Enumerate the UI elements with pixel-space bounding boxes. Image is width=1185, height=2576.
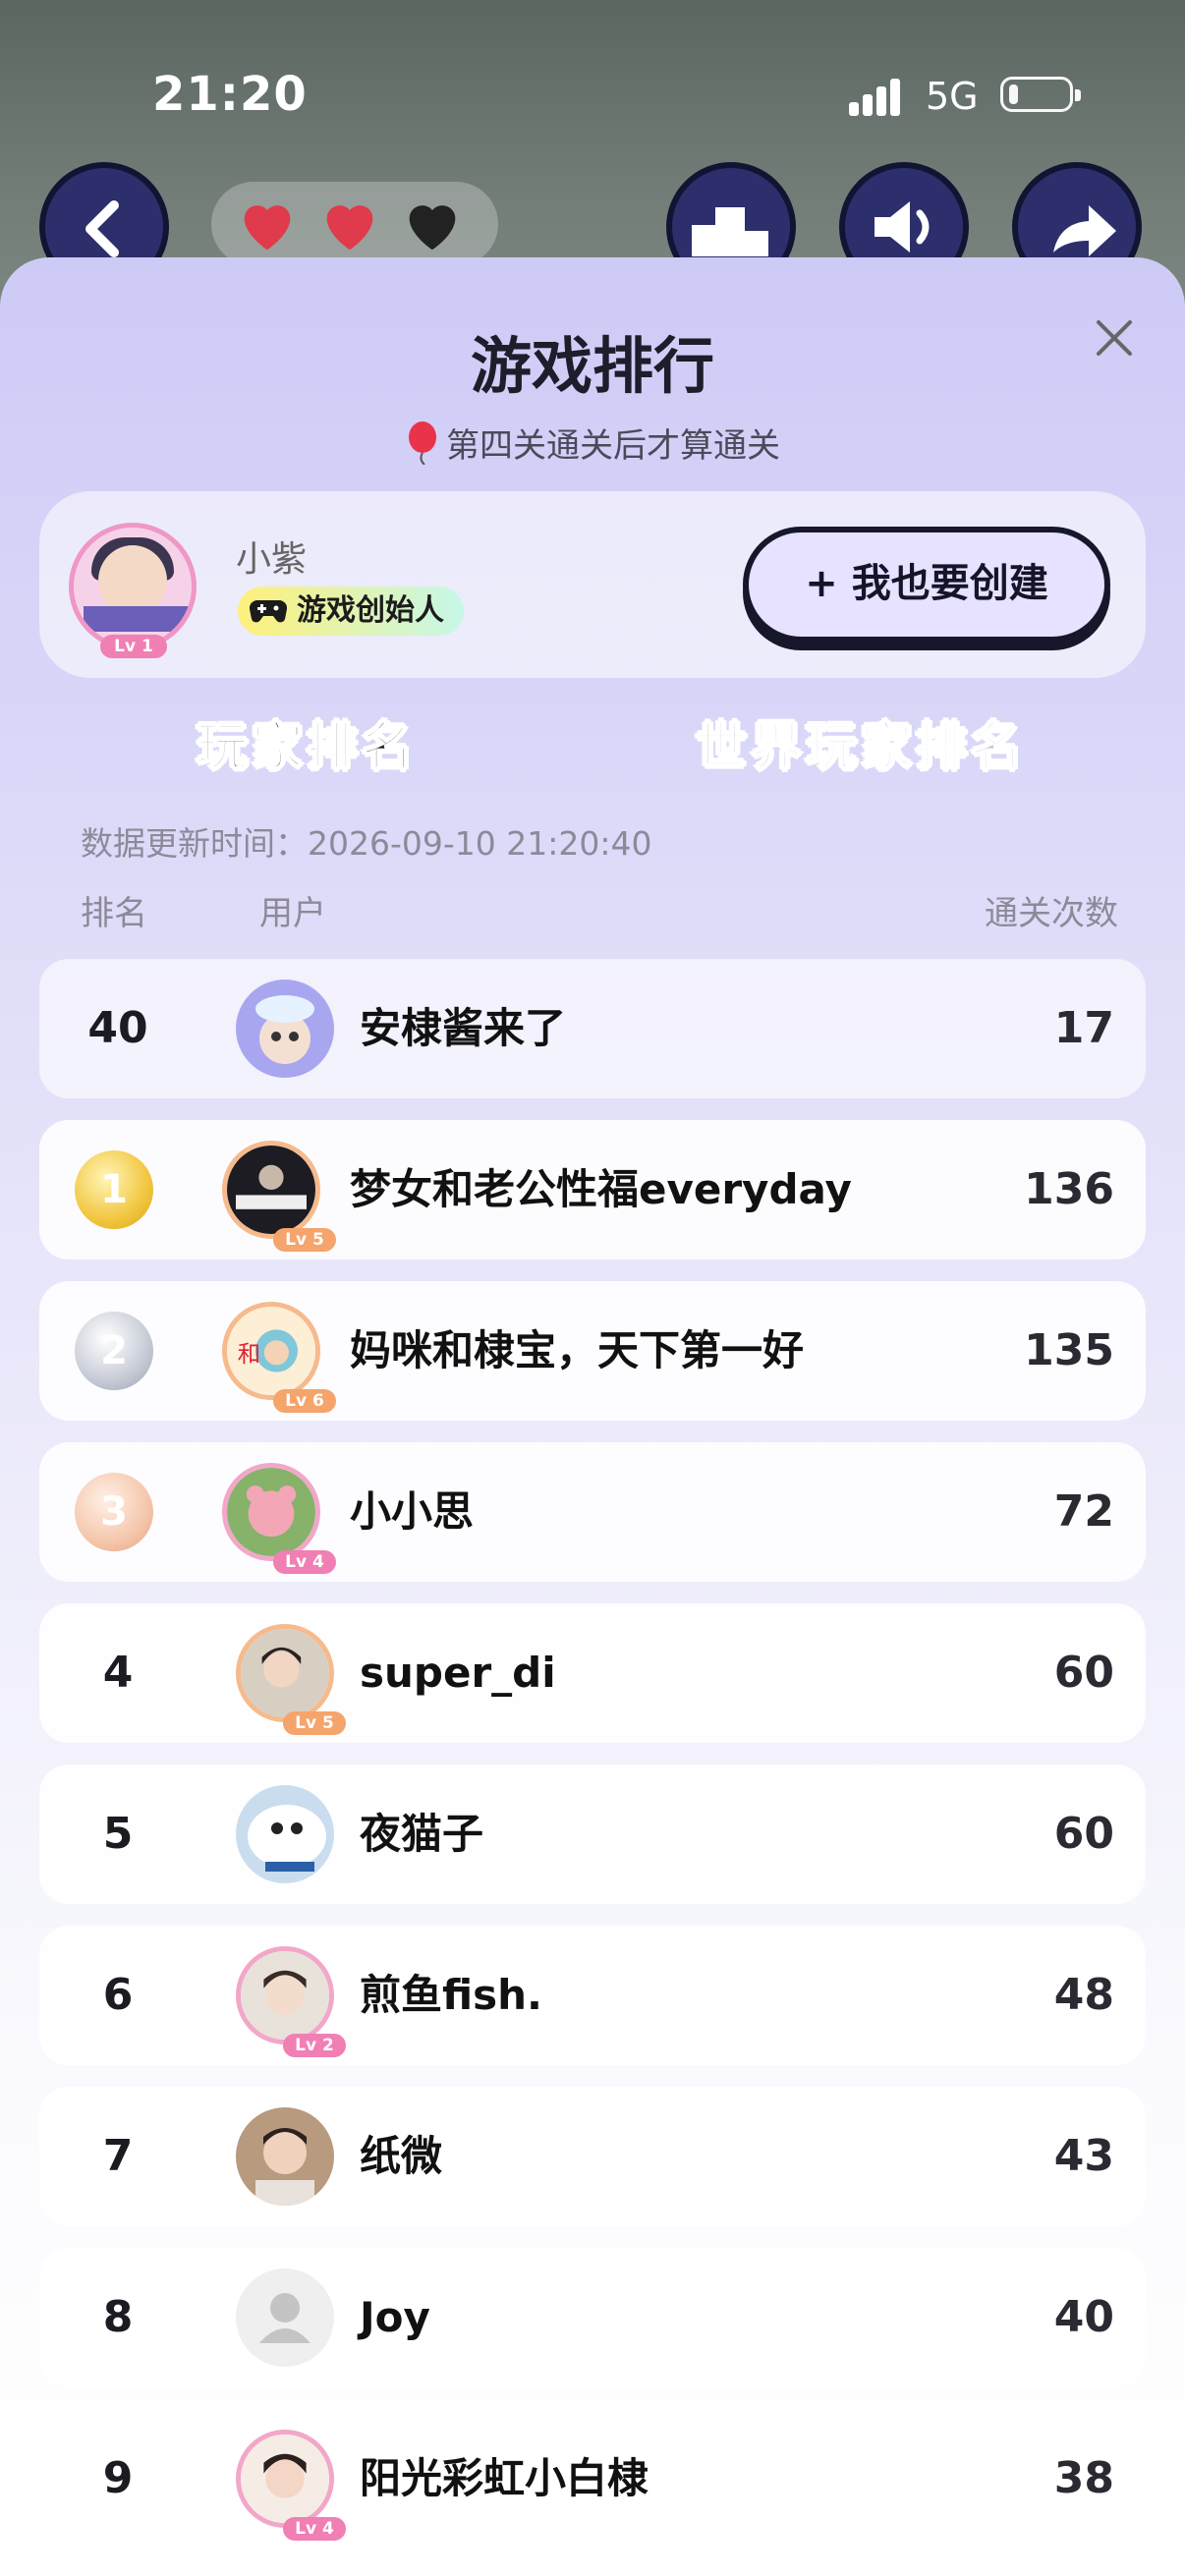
tab-player-ranking[interactable]: 玩家排名 (196, 705, 417, 779)
page-title: 游戏排行 (470, 330, 714, 402)
clear-count: 72 (1053, 1486, 1114, 1537)
creator-tag: 游戏创始人 (238, 587, 464, 636)
subtitle: 第四关通关后才算通关 (0, 419, 1185, 467)
clear-count: 48 (1053, 1970, 1114, 2020)
table-row[interactable]: 9 Lv 4 阳光彩虹小白棣 38 (39, 2409, 1146, 2548)
bronze-medal-icon: 3 (75, 1473, 153, 1551)
username: 阳光彩虹小白棣 (360, 2454, 649, 2502)
table-row[interactable]: 3 Lv 4 小小思 72 (39, 1442, 1146, 1582)
self-rank-row[interactable]: 40 安棣酱来了 17 (39, 959, 1146, 1098)
level-badge: Lv 4 (273, 1550, 336, 1574)
rank-number: 6 (102, 1970, 134, 2020)
gamepad-icon (250, 599, 287, 623)
clear-count: 43 (1053, 2131, 1114, 2181)
avatar (236, 2107, 334, 2206)
clear-count: 60 (1053, 1809, 1114, 1859)
status-bar: 21:20 5G (0, 0, 1185, 196)
level-badge: Lv 5 (283, 1711, 346, 1735)
update-timestamp: 数据更新时间：2026-09-10 21:20:40 (81, 824, 652, 863)
avatar (236, 1624, 334, 1722)
clear-count: 135 (1024, 1325, 1114, 1375)
lives-indicator (211, 182, 498, 266)
avatar (236, 1785, 334, 1883)
heart-empty-icon (409, 205, 456, 251)
silver-medal-icon: 2 (75, 1312, 153, 1390)
creator-tag-label: 游戏创始人 (297, 593, 444, 628)
clear-count: 17 (1053, 1003, 1114, 1053)
table-row[interactable]: 2 和 Lv 6 妈咪和棣宝，天下第一好 135 (39, 1281, 1146, 1421)
avatar (236, 1946, 334, 2044)
rank-number: 4 (102, 1648, 134, 1698)
username: 纸微 (360, 2132, 443, 2180)
clear-count: 60 (1053, 1648, 1114, 1698)
level-badge: Lv 4 (283, 2517, 346, 2541)
level-badge: Lv 1 (100, 635, 167, 658)
close-icon[interactable] (1093, 316, 1136, 360)
avatar[interactable] (69, 523, 197, 650)
create-button[interactable]: + 我也要创建 (743, 527, 1110, 643)
rank-number: 5 (102, 1809, 134, 1859)
subtitle-text: 第四关通关后才算通关 (446, 426, 780, 466)
table-row[interactable]: 4 Lv 5 super_di 60 (39, 1603, 1146, 1743)
creator-name: 小紫 (236, 539, 308, 580)
rank-number: 8 (102, 2292, 134, 2342)
battery-icon (1000, 77, 1081, 112)
table-row[interactable]: 5 夜猫子 60 (39, 1764, 1146, 1904)
network-label: 5G (926, 75, 979, 118)
avatar: 和 (222, 1302, 320, 1400)
heart-full-icon (244, 205, 291, 251)
tab-world-ranking[interactable]: 世界玩家排名 (695, 705, 1026, 779)
column-header-rank: 排名 (81, 894, 147, 933)
signal-icon (849, 77, 908, 116)
table-row[interactable]: 7 纸微 43 (39, 2087, 1146, 2226)
heart-full-icon (326, 205, 373, 251)
username: 小小思 (350, 1487, 475, 1536)
column-header-user: 用户 (259, 894, 326, 933)
avatar (236, 2430, 334, 2528)
table-row[interactable]: 8 Joy 40 (39, 2248, 1146, 2387)
column-header-count: 通关次数 (985, 894, 1118, 933)
rank-number: 9 (102, 2453, 134, 2503)
clear-count: 38 (1053, 2453, 1114, 2503)
avatar (222, 1141, 320, 1239)
rank-number: 40 (87, 1003, 148, 1053)
level-badge: Lv 6 (273, 1389, 336, 1413)
rank-number: 7 (102, 2131, 134, 2181)
clear-count: 40 (1053, 2292, 1114, 2342)
avatar (222, 1463, 320, 1561)
status-time: 21:20 (152, 67, 308, 122)
avatar (236, 2268, 334, 2367)
gold-medal-icon: 1 (75, 1150, 153, 1229)
username: 煎鱼fish. (360, 1971, 542, 2019)
username: 夜猫子 (360, 1810, 484, 1858)
clear-count: 136 (1024, 1164, 1114, 1214)
username: 安棣酱来了 (360, 1004, 567, 1052)
level-badge: Lv 2 (283, 2034, 346, 2057)
level-badge: Lv 5 (273, 1228, 336, 1252)
svg-text:和: 和 (238, 1340, 260, 1368)
balloon-icon (409, 421, 436, 465)
avatar (236, 980, 334, 1078)
creator-card: Lv 1 小紫 游戏创始人 + 我也要创建 (39, 491, 1146, 678)
username: 妈咪和棣宝，天下第一好 (350, 1326, 805, 1374)
table-row[interactable]: 6 Lv 2 煎鱼fish. 48 (39, 1926, 1146, 2065)
username: 梦女和老公性福everyday (350, 1165, 852, 1213)
username: super_di (360, 1649, 556, 1697)
table-row[interactable]: 1 Lv 5 梦女和老公性福everyday 136 (39, 1120, 1146, 1260)
username: Joy (360, 2293, 430, 2341)
